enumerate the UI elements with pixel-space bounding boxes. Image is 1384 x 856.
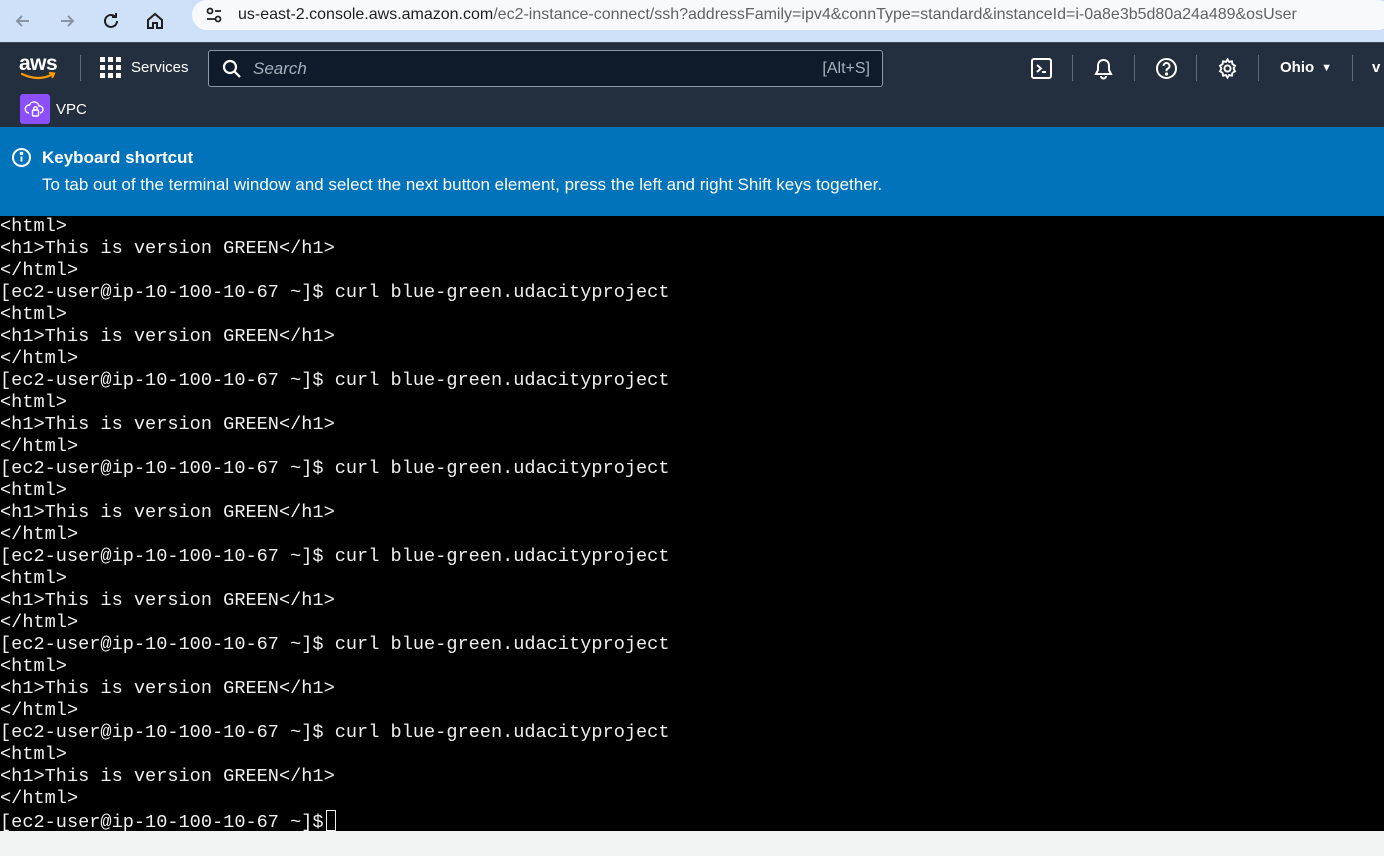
terminal-line: <html>	[0, 656, 67, 677]
terminal-line: <html>	[0, 480, 67, 501]
reload-button[interactable]	[96, 6, 126, 36]
terminal-line: [ec2-user@ip-10-100-10-67 ~]$ curl blue-…	[0, 546, 670, 567]
region-selector[interactable]: Ohio ▼	[1280, 59, 1332, 76]
banner-title: Keyboard shortcut	[42, 148, 194, 167]
terminal-line: [ec2-user@ip-10-100-10-67 ~]$ curl blue-…	[0, 458, 670, 479]
bell-icon	[1093, 58, 1113, 79]
gear-icon	[1218, 57, 1236, 79]
search-bar[interactable]: [Alt+S]	[208, 50, 883, 87]
search-input[interactable]	[253, 58, 793, 79]
terminal-line: <h1>This is version GREEN</h1>	[0, 590, 335, 611]
url-path: /ec2-instance-connect/ssh?addressFamily=…	[493, 6, 1297, 23]
terminal-line: <h1>This is version GREEN</h1>	[0, 238, 335, 259]
notifications-button[interactable]	[1091, 56, 1115, 80]
vpc-cloud-lock-icon	[24, 101, 44, 117]
page-footer-area	[0, 831, 1384, 856]
terminal-line: </html>	[0, 700, 79, 721]
forward-button[interactable]	[52, 6, 82, 36]
aws-logo[interactable]: aws	[18, 52, 60, 83]
vpc-service-icon[interactable]	[20, 94, 50, 124]
home-button[interactable]	[140, 6, 170, 36]
search-shortcut-hint: [Alt+S]	[822, 60, 870, 77]
terminal-line: <h1>This is version GREEN</h1>	[0, 678, 335, 699]
terminal-prompt-line: [ec2-user@ip-10-100-10-67 ~]$	[0, 810, 1384, 831]
terminal-cursor	[325, 810, 336, 831]
terminal-line: </html>	[0, 436, 79, 457]
caret-down-icon: ▼	[1321, 61, 1333, 74]
region-label: Ohio	[1280, 59, 1315, 76]
terminal-line: </html>	[0, 788, 79, 809]
address-bar[interactable]: us-east-2.console.aws.amazon.com/ec2-ins…	[192, 0, 1384, 30]
vpc-service-link[interactable]: VPC	[56, 101, 87, 118]
terminal-line: <h1>This is version GREEN</h1>	[0, 502, 335, 523]
terminal-line: <h1>This is version GREEN</h1>	[0, 766, 335, 787]
terminal-line: [ec2-user@ip-10-100-10-67 ~]$ curl blue-…	[0, 634, 670, 655]
nav-divider	[80, 55, 81, 81]
aws-top-nav: aws Services [Alt+S] Ohio ▼ v	[0, 42, 1384, 92]
services-label: Services	[131, 59, 189, 76]
terminal-line: <html>	[0, 216, 67, 237]
terminal-line: <html>	[0, 392, 67, 413]
keyboard-shortcut-banner: Keyboard shortcut To tab out of the term…	[0, 127, 1384, 216]
terminal-line: </html>	[0, 348, 79, 369]
nav-divider	[1352, 55, 1353, 81]
terminal-line: <html>	[0, 304, 67, 325]
arrow-left-icon	[15, 15, 29, 27]
terminal-line: </html>	[0, 260, 79, 281]
terminal-line: <h1>This is version GREEN</h1>	[0, 326, 335, 347]
settings-button[interactable]	[1215, 56, 1239, 80]
terminal-line: <h1>This is version GREEN</h1>	[0, 414, 335, 435]
browser-toolbar: us-east-2.console.aws.amazon.com/ec2-ins…	[0, 0, 1384, 42]
site-settings-icon	[206, 7, 222, 23]
home-icon	[147, 12, 163, 29]
terminal-line: [ec2-user@ip-10-100-10-67 ~]$ curl blue-…	[0, 282, 670, 303]
grid-icon	[100, 57, 121, 78]
terminal-line: <html>	[0, 744, 67, 765]
terminal-line: [ec2-user@ip-10-100-10-67 ~]$ curl blue-…	[0, 370, 670, 391]
terminal-line: [ec2-user@ip-10-100-10-67 ~]$ curl blue-…	[0, 722, 670, 743]
aws-smile-icon	[20, 71, 56, 80]
services-menu-button[interactable]: Services	[100, 57, 189, 78]
help-button[interactable]	[1154, 56, 1178, 80]
help-icon	[1155, 57, 1177, 79]
account-menu-button[interactable]: v	[1372, 59, 1380, 76]
terminal-prompt: [ec2-user@ip-10-100-10-67 ~]$	[0, 812, 324, 831]
nav-divider	[1258, 55, 1259, 81]
arrow-right-icon	[61, 15, 75, 27]
service-favorites-bar: VPC	[0, 92, 1384, 127]
back-button[interactable]	[8, 6, 38, 36]
cloudshell-button[interactable]	[1029, 56, 1053, 80]
terminal-line: </html>	[0, 524, 79, 545]
url-host: us-east-2.console.aws.amazon.com	[238, 6, 494, 23]
banner-message: To tab out of the terminal window and se…	[42, 175, 883, 194]
cloudshell-icon	[1030, 57, 1052, 79]
reload-icon	[104, 13, 118, 28]
ssh-terminal[interactable]: <html> <h1>This is version GREEN</h1> </ht…	[0, 216, 1384, 831]
nav-divider	[1072, 55, 1073, 81]
terminal-line: <html>	[0, 568, 67, 589]
nav-divider	[1196, 55, 1197, 81]
url-text: us-east-2.console.aws.amazon.com/ec2-ins…	[238, 6, 1297, 24]
info-icon	[12, 148, 31, 167]
terminal-line: </html>	[0, 612, 79, 633]
nav-divider	[1134, 55, 1135, 81]
search-icon	[222, 59, 241, 78]
